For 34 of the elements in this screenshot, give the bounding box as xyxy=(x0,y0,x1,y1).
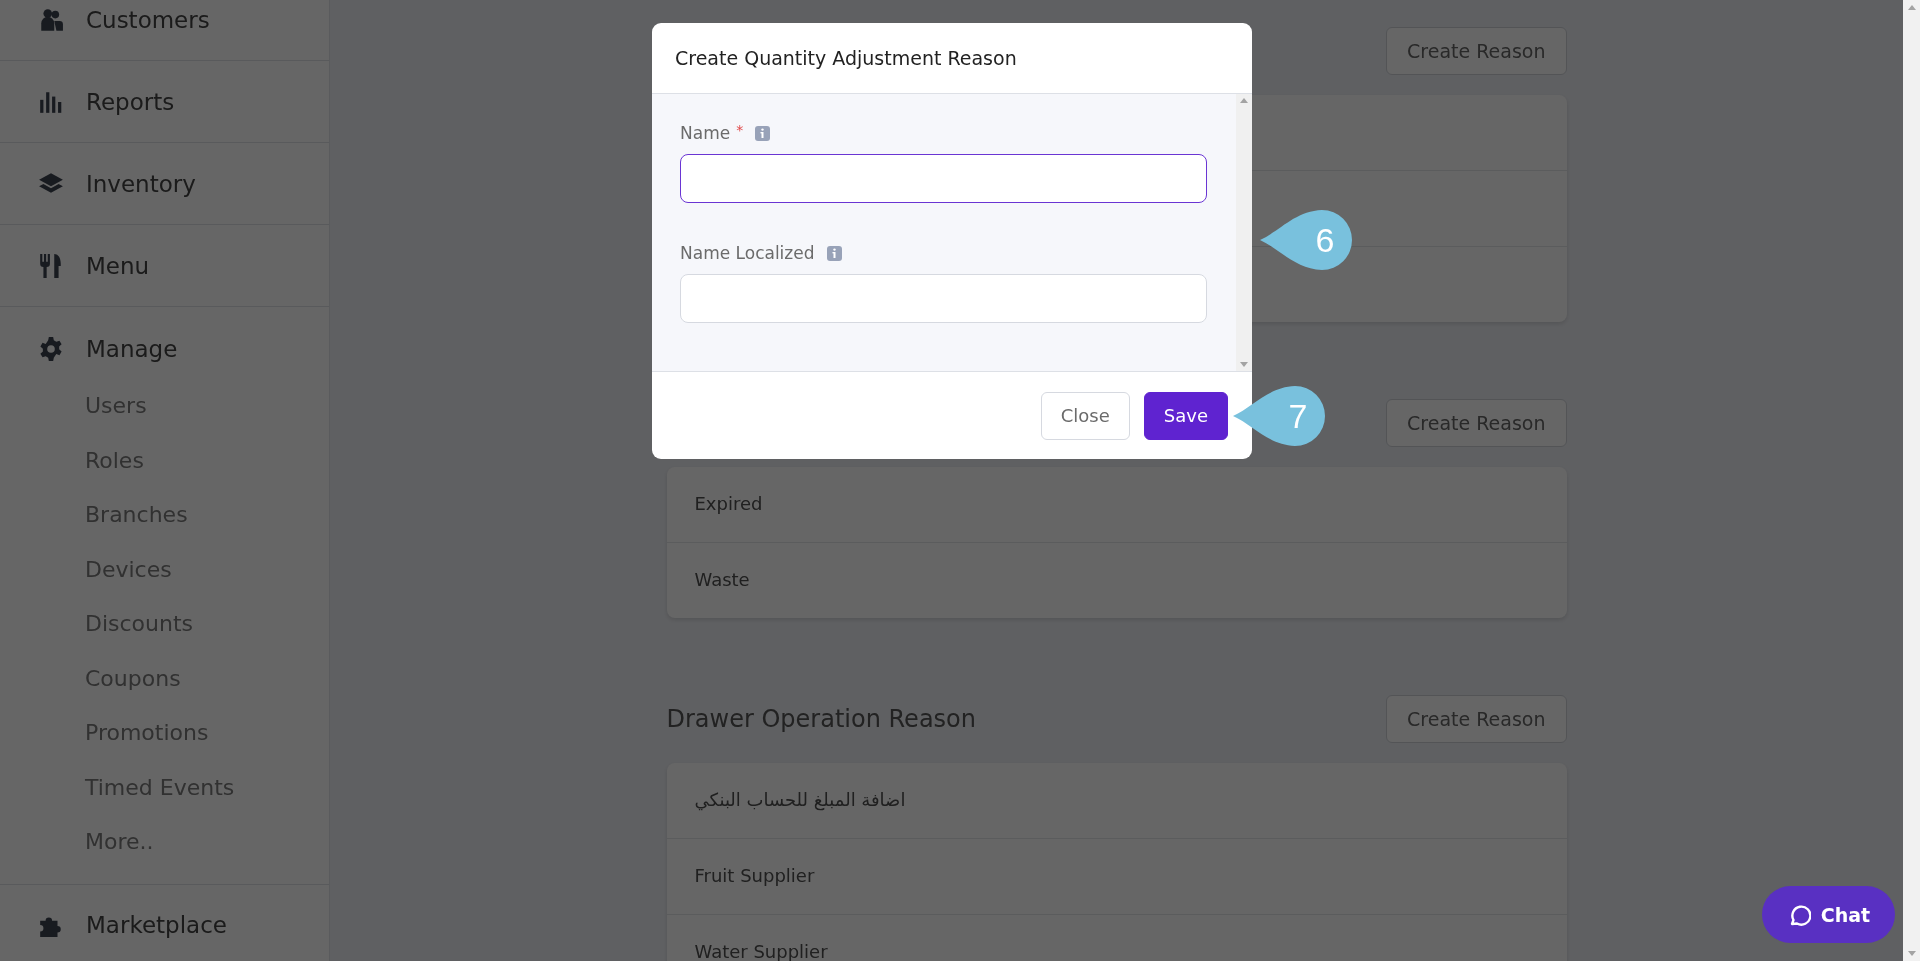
sidebar-item[interactable]: Marketplace xyxy=(0,884,329,961)
info-icon[interactable] xyxy=(755,125,771,141)
sidebar-item[interactable]: Manage xyxy=(0,307,329,379)
scroll-up-icon[interactable] xyxy=(1240,98,1248,103)
create-reason-button[interactable]: Create Reason xyxy=(1386,695,1567,743)
scroll-up-icon[interactable] xyxy=(1907,5,1916,10)
reason-item[interactable]: اضافة المبلغ للحساب البنكي xyxy=(694,790,906,811)
create-reason-button[interactable]: Create Reason xyxy=(1386,27,1567,75)
reason-item[interactable]: Water Supplier xyxy=(694,942,828,961)
modal-title: Create Quantity Adjustment Reason xyxy=(675,47,1017,69)
save-button[interactable]: Save xyxy=(1143,391,1228,440)
reason-item[interactable]: Waste xyxy=(694,570,750,591)
info-icon[interactable] xyxy=(826,245,842,261)
field-label: Name Localized xyxy=(680,243,815,263)
close-button[interactable]: Close xyxy=(1040,391,1130,440)
sidebar-item[interactable]: Reports xyxy=(0,61,329,143)
text-input-field[interactable] xyxy=(680,154,1207,203)
sidebar-item[interactable]: Inventory xyxy=(0,143,329,225)
chat-button[interactable]: Chat xyxy=(1762,886,1895,943)
field-label: Name xyxy=(680,123,731,143)
create-reason-button[interactable]: Create Reason xyxy=(1386,399,1567,447)
settings-icon xyxy=(38,336,64,362)
scroll-down-icon[interactable] xyxy=(1240,362,1248,367)
scrollbar[interactable] xyxy=(1236,94,1252,371)
reason-item[interactable]: Expired xyxy=(694,494,763,515)
section-heading: Drawer Operation Reason xyxy=(666,705,976,733)
sidebar-item[interactable]: Customers xyxy=(0,0,329,61)
reason-item[interactable]: Fruit Supplier xyxy=(694,866,815,887)
people-icon xyxy=(38,6,64,33)
scrollbar[interactable] xyxy=(1903,0,1920,961)
scroll-down-icon[interactable] xyxy=(1907,951,1916,956)
utensils-icon xyxy=(38,252,64,279)
required-mark: * xyxy=(736,122,744,138)
sidebar-item[interactable]: Menu xyxy=(0,225,329,307)
